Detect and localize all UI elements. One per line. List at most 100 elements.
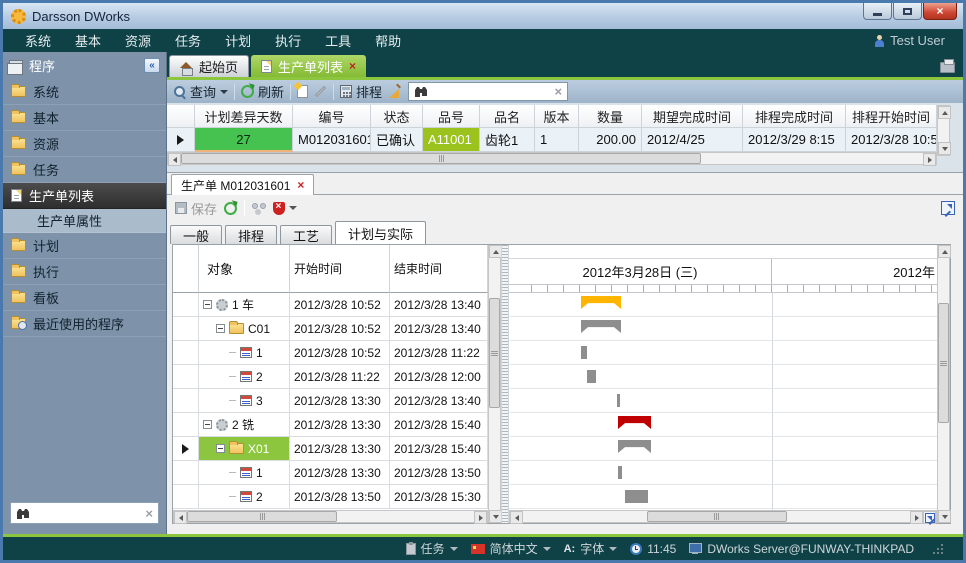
tab-order-list[interactable]: 生产单列表 × bbox=[251, 55, 366, 77]
sidebar-item-1[interactable]: 基本 bbox=[3, 105, 166, 131]
save-button[interactable]: 保存 bbox=[175, 199, 217, 218]
sidebar-item-8[interactable]: 看板 bbox=[3, 285, 166, 311]
tree-cell-start-time[interactable]: 2012/3/28 10:52 bbox=[290, 341, 390, 365]
sidebar-item-4[interactable]: 生产单列表 bbox=[3, 183, 166, 209]
cell-scheduled-finish[interactable]: 2012/3/29 8:15 bbox=[743, 128, 846, 152]
split-handle[interactable] bbox=[501, 245, 509, 523]
tree-cell-object[interactable]: 3 bbox=[199, 389, 290, 413]
subtab-1[interactable]: 排程 bbox=[225, 225, 277, 244]
schedule-button[interactable]: 排程 bbox=[340, 82, 382, 101]
tree-cell-end-time[interactable]: 2012/3/28 13:40 bbox=[390, 389, 488, 413]
sidebar-item-5[interactable]: 生产单属性 bbox=[3, 209, 166, 233]
orders-column-header-5[interactable]: 版本 bbox=[535, 105, 579, 128]
validate-button[interactable] bbox=[273, 202, 297, 215]
edit-icon[interactable] bbox=[315, 86, 326, 97]
tree-vscroll-thumb[interactable] bbox=[489, 298, 500, 408]
tree-cell-start-time[interactable]: 2012/3/28 13:30 bbox=[290, 437, 390, 461]
tree-cell-object[interactable]: 1 bbox=[199, 461, 290, 485]
tree-cell-start-time[interactable]: 2012/3/28 13:50 bbox=[290, 485, 390, 509]
subtab-0[interactable]: 一般 bbox=[170, 225, 222, 244]
menu-item-1[interactable]: 基本 bbox=[63, 31, 113, 50]
order-doc-close-icon[interactable]: × bbox=[297, 179, 304, 191]
user-area[interactable]: Test User bbox=[874, 33, 953, 48]
tree-cell-start-time[interactable]: 2012/3/28 10:52 bbox=[290, 293, 390, 317]
menu-item-6[interactable]: 工具 bbox=[313, 31, 363, 50]
tab-close-icon[interactable]: × bbox=[349, 60, 356, 72]
tree-row-7[interactable]: 12012/3/28 13:302012/3/28 13:50 bbox=[173, 461, 488, 485]
gantt-vscrollbar[interactable] bbox=[937, 245, 950, 523]
tab-start-page[interactable]: 起始页 bbox=[169, 55, 249, 77]
tree-row-2[interactable]: 12012/3/28 10:522012/3/28 11:22 bbox=[173, 341, 488, 365]
tree-cell-start-time[interactable]: 2012/3/28 10:52 bbox=[290, 317, 390, 341]
tree-cell-end-time[interactable]: 2012/3/28 15:40 bbox=[390, 437, 488, 461]
menu-item-2[interactable]: 资源 bbox=[113, 31, 163, 50]
cell-item-name[interactable]: 齿轮1 bbox=[480, 128, 535, 152]
tree-cell-end-time[interactable]: 2012/3/28 13:40 bbox=[390, 317, 488, 341]
validate-dropdown-icon[interactable] bbox=[289, 206, 297, 210]
tree-column-header-2[interactable]: 结束时间 bbox=[390, 245, 488, 293]
cell-item-no[interactable]: A11001 bbox=[423, 128, 480, 152]
toolbar-search-clear-icon[interactable]: × bbox=[554, 85, 562, 98]
gantt-bar-task-7[interactable] bbox=[618, 466, 622, 479]
scroll-right-button[interactable] bbox=[910, 511, 923, 524]
font-selector[interactable]: A: 字体 bbox=[564, 540, 618, 557]
scroll-down-button[interactable] bbox=[938, 142, 951, 155]
sidebar-search-clear-icon[interactable]: × bbox=[145, 507, 153, 520]
orders-hscroll-thumb[interactable] bbox=[181, 153, 701, 164]
menu-item-3[interactable]: 任务 bbox=[163, 31, 213, 50]
sidebar-item-0[interactable]: 系统 bbox=[3, 79, 166, 105]
collapse-expander-icon[interactable] bbox=[216, 444, 225, 453]
font-dropdown-icon[interactable] bbox=[609, 547, 617, 551]
language-selector[interactable]: 简体中文 bbox=[471, 540, 551, 557]
collapse-expander-icon[interactable] bbox=[216, 324, 225, 333]
tree-cell-object[interactable]: 1 车 bbox=[199, 293, 290, 317]
open-external-icon[interactable] bbox=[941, 201, 955, 215]
tree-row-0[interactable]: 1 车2012/3/28 10:522012/3/28 13:40 bbox=[173, 293, 488, 317]
tree-vscrollbar[interactable] bbox=[488, 245, 501, 523]
minimize-button[interactable] bbox=[863, 3, 892, 20]
cell-plan-diff-days[interactable]: 27 bbox=[195, 128, 293, 152]
scroll-up-button[interactable] bbox=[938, 106, 951, 119]
cell-order-no[interactable]: M012031601 bbox=[293, 128, 371, 152]
scroll-up-button[interactable] bbox=[938, 245, 951, 258]
gantt-bar-task-2[interactable] bbox=[581, 346, 587, 359]
tree-cell-object[interactable]: 2 bbox=[199, 365, 290, 389]
tree-cell-end-time[interactable]: 2012/3/28 12:00 bbox=[390, 365, 488, 389]
routing-icon[interactable] bbox=[252, 202, 266, 214]
sidebar-item-6[interactable]: 计划 bbox=[3, 233, 166, 259]
gantt-hscrollbar[interactable] bbox=[509, 510, 937, 523]
gantt-bar-summary-0[interactable] bbox=[581, 296, 621, 309]
orders-column-header-7[interactable]: 期望完成时间 bbox=[642, 105, 743, 128]
tree-cell-end-time[interactable]: 2012/3/28 13:50 bbox=[390, 461, 488, 485]
sidebar-search-input[interactable] bbox=[35, 506, 140, 520]
tree-row-3[interactable]: 22012/3/28 11:222012/3/28 12:00 bbox=[173, 365, 488, 389]
sidebar-collapse-button[interactable]: « bbox=[144, 58, 160, 73]
gantt-popout-icon[interactable] bbox=[923, 511, 936, 524]
resize-grip[interactable] bbox=[933, 544, 943, 554]
tree-cell-start-time[interactable]: 2012/3/28 13:30 bbox=[290, 461, 390, 485]
scroll-down-button[interactable] bbox=[938, 510, 951, 523]
tree-row-8[interactable]: 22012/3/28 13:502012/3/28 15:30 bbox=[173, 485, 488, 509]
cell-status[interactable]: 已确认 bbox=[371, 128, 423, 152]
collapse-expander-icon[interactable] bbox=[203, 420, 212, 429]
tree-hscrollbar[interactable] bbox=[173, 510, 488, 523]
tree-cell-end-time[interactable]: 2012/3/28 11:22 bbox=[390, 341, 488, 365]
maximize-button[interactable] bbox=[893, 3, 922, 20]
orders-vscrollbar[interactable] bbox=[937, 105, 950, 156]
refresh-icon[interactable] bbox=[224, 202, 237, 215]
query-button[interactable]: 查询 bbox=[173, 82, 228, 101]
gantt-bar-task-4[interactable] bbox=[617, 394, 620, 407]
sidebar-item-2[interactable]: 资源 bbox=[3, 131, 166, 157]
orders-column-header-1[interactable]: 编号 bbox=[293, 105, 371, 128]
orders-column-header-9[interactable]: 排程开始时间 bbox=[846, 105, 937, 128]
orders-column-header-8[interactable]: 排程完成时间 bbox=[743, 105, 846, 128]
cell-scheduled-start[interactable]: 2012/3/28 10:52 bbox=[846, 128, 937, 152]
tree-cell-end-time[interactable]: 2012/3/28 15:40 bbox=[390, 413, 488, 437]
gantt-bar-summary-1[interactable] bbox=[581, 320, 621, 333]
tree-cell-object[interactable]: X01 bbox=[199, 437, 290, 461]
gantt-bar-summary-6[interactable] bbox=[618, 440, 651, 453]
task-dropdown-icon[interactable] bbox=[450, 547, 458, 551]
orders-column-header-4[interactable]: 品名 bbox=[480, 105, 535, 128]
orders-hscrollbar[interactable] bbox=[167, 152, 937, 165]
tree-cell-end-time[interactable]: 2012/3/28 13:40 bbox=[390, 293, 488, 317]
